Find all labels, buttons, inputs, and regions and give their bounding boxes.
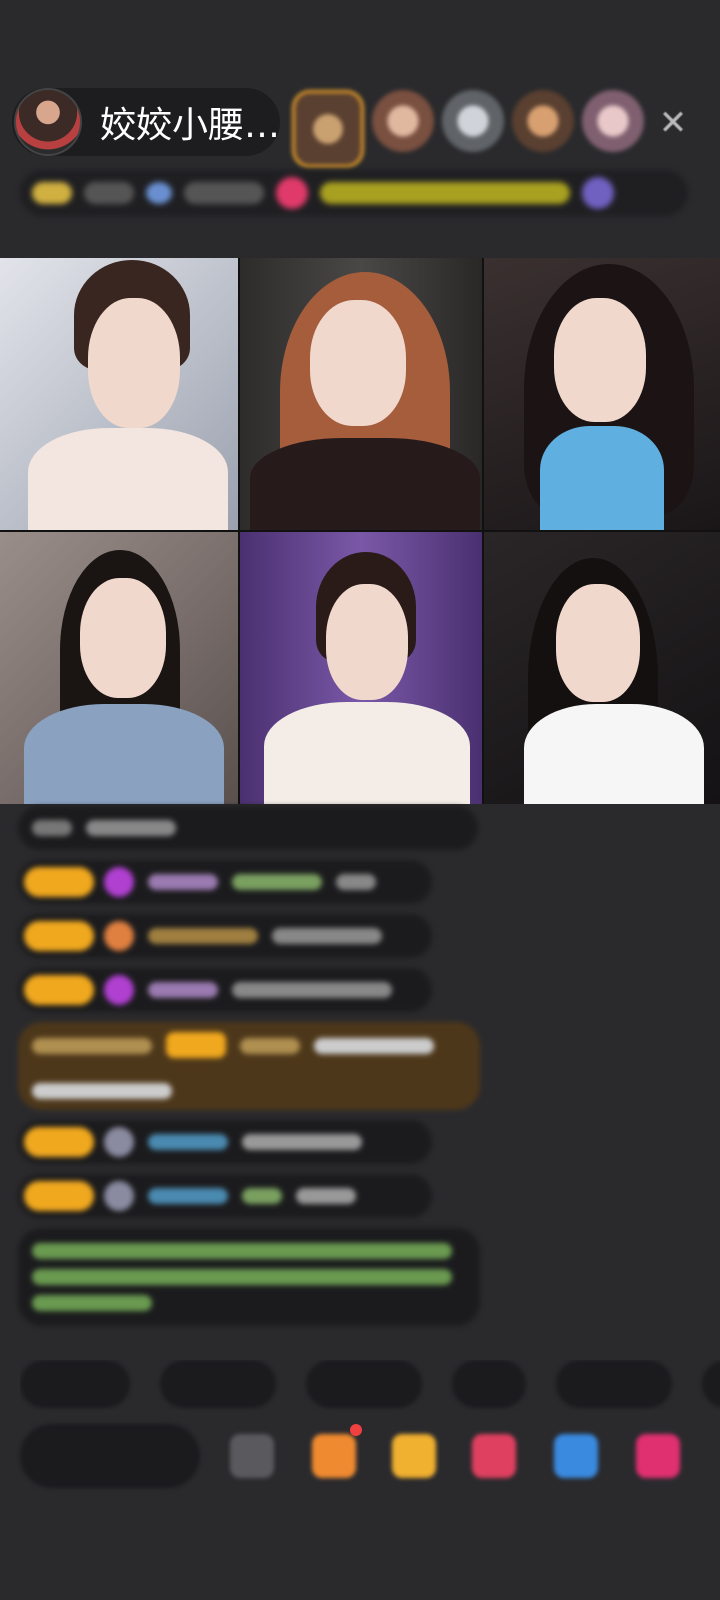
chat-message-highlighted — [18, 1022, 480, 1110]
chat-message — [18, 806, 478, 850]
viewer-avatar[interactable] — [582, 90, 644, 152]
quick-reply-chip[interactable] — [20, 1360, 130, 1408]
chat-message — [18, 1120, 432, 1164]
viewer-avatar[interactable] — [292, 90, 364, 168]
chat-message — [18, 1174, 432, 1218]
gift-box-icon[interactable] — [312, 1434, 356, 1478]
chat-message — [18, 914, 432, 958]
host-name: 姣姣小腰… — [99, 105, 280, 146]
video-tile-4[interactable] — [0, 532, 238, 804]
system-notice — [18, 1228, 480, 1326]
viewer-avatar[interactable] — [372, 90, 434, 152]
interaction-icon[interactable] — [472, 1434, 516, 1478]
chat-message — [18, 968, 432, 1012]
stream-info-bar[interactable] — [20, 170, 688, 216]
video-tile-1[interactable] — [0, 258, 238, 530]
quick-reply-bar — [20, 1360, 720, 1410]
quick-reply-chip[interactable] — [306, 1360, 422, 1408]
viewer-list[interactable] — [292, 90, 644, 168]
quick-reply-chip[interactable] — [702, 1360, 720, 1408]
viewer-avatar[interactable] — [512, 90, 574, 152]
share-icon[interactable] — [230, 1434, 274, 1478]
video-tile-3[interactable] — [484, 258, 720, 530]
quick-reply-chip[interactable] — [160, 1360, 276, 1408]
comment-input[interactable] — [20, 1424, 200, 1488]
gift-icon[interactable] — [392, 1434, 436, 1478]
more-icon[interactable] — [636, 1434, 680, 1478]
chat-message-list[interactable] — [18, 806, 488, 1336]
video-tile-2[interactable] — [240, 258, 482, 530]
quick-reply-chip[interactable] — [452, 1360, 526, 1408]
viewer-avatar[interactable] — [442, 90, 504, 152]
video-tile-5[interactable] — [240, 532, 482, 804]
notification-dot — [350, 1424, 362, 1436]
multi-guest-video-grid — [0, 258, 720, 804]
bottom-action-bar — [20, 1424, 720, 1488]
chat-message — [18, 860, 432, 904]
game-icon[interactable] — [554, 1434, 598, 1478]
close-icon[interactable]: ✕ — [656, 106, 690, 140]
video-tile-6[interactable] — [484, 532, 720, 804]
host-info-pill[interactable]: 姣姣小腰… — [12, 88, 280, 156]
quick-reply-chip[interactable] — [556, 1360, 672, 1408]
host-avatar[interactable] — [14, 88, 82, 156]
